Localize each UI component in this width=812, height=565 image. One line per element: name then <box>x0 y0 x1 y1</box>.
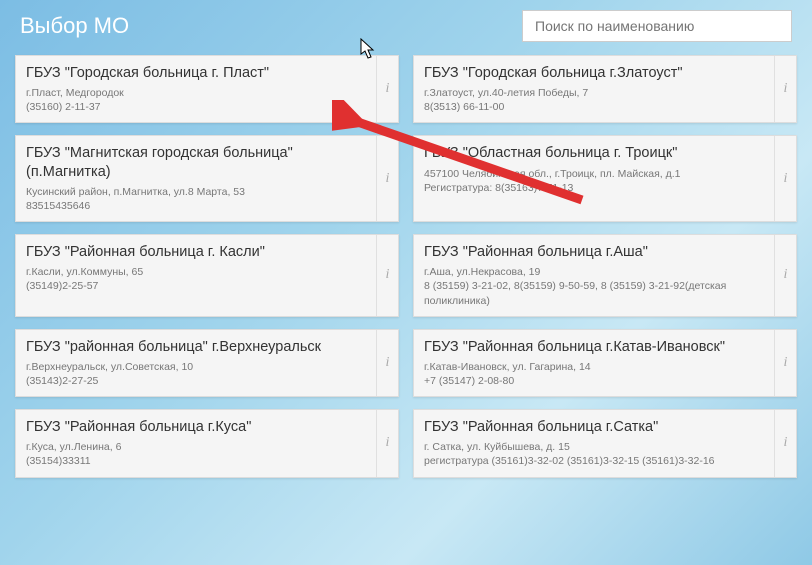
mo-card[interactable]: ГБУЗ "районная больница" г.Верхнеуральск… <box>15 329 399 397</box>
mo-address: г.Касли, ул.Коммуны, 65 <box>26 265 366 279</box>
info-icon[interactable]: i <box>774 235 796 316</box>
mo-phone: (35154)33311 <box>26 454 366 468</box>
mo-phone: 83515435646 <box>26 199 366 213</box>
mo-name: ГБУЗ "Районная больница г.Сатка" <box>424 418 764 436</box>
info-icon[interactable]: i <box>774 56 796 122</box>
mo-address: г.Катав-Ивановск, ул. Гагарина, 14 <box>424 360 764 374</box>
mo-name: ГБУЗ "Районная больница г.Аша" <box>424 243 764 261</box>
info-icon[interactable]: i <box>774 410 796 476</box>
mo-phone: (35149)2-25-57 <box>26 279 366 293</box>
mo-phone: регистратура (35161)3-32-02 (35161)3-32-… <box>424 454 764 468</box>
mo-card[interactable]: ГБУЗ "Районная больница г. Касли" г.Касл… <box>15 234 399 317</box>
mo-card[interactable]: ГБУЗ "Магнитская городская больница" (п.… <box>15 135 399 222</box>
info-icon[interactable]: i <box>376 136 398 221</box>
mo-address: г.Пласт, Медгородок <box>26 86 366 100</box>
search-input[interactable] <box>522 10 792 42</box>
mo-address: г. Сатка, ул. Куйбышева, д. 15 <box>424 440 764 454</box>
info-icon[interactable]: i <box>774 330 796 396</box>
mo-phone: 8(3513) 66-11-00 <box>424 100 764 114</box>
info-icon[interactable]: i <box>376 410 398 476</box>
mo-name: ГБУЗ "Магнитская городская больница" (п.… <box>26 144 366 180</box>
mo-address: г.Куса, ул.Ленина, 6 <box>26 440 366 454</box>
mo-name: ГБУЗ "Районная больница г.Куса" <box>26 418 366 436</box>
mo-address: г.Аша, ул.Некрасова, 19 <box>424 265 764 279</box>
info-icon[interactable]: i <box>376 235 398 316</box>
mo-name: ГБУЗ "Городская больница г.Златоуст" <box>424 64 764 82</box>
mo-card[interactable]: ГБУЗ "Районная больница г.Сатка" г. Сатк… <box>413 409 797 477</box>
mo-name: ГБУЗ "Районная больница г.Катав-Ивановск… <box>424 338 764 356</box>
mo-address: г.Верхнеуральск, ул.Советская, 10 <box>26 360 366 374</box>
mo-phone: (35143)2-27-25 <box>26 374 366 388</box>
mo-phone: (35160) 2-11-37 <box>26 100 366 114</box>
mo-card[interactable]: ГБУЗ "Городская больница г. Пласт" г.Пла… <box>15 55 399 123</box>
mo-phone: Регистратура: 8(35163)7-71-13 <box>424 181 764 195</box>
mo-phone: 8 (35159) 3-21-02, 8(35159) 9-50-59, 8 (… <box>424 279 764 307</box>
page-title: Выбор МО <box>20 13 129 39</box>
mo-address: г.Златоуст, ул.40-летия Победы, 7 <box>424 86 764 100</box>
info-icon[interactable]: i <box>376 330 398 396</box>
mo-address: Кусинский район, п.Магнитка, ул.8 Марта,… <box>26 185 366 199</box>
mo-name: ГБУЗ "Городская больница г. Пласт" <box>26 64 366 82</box>
mo-card[interactable]: ГБУЗ "Районная больница г.Куса" г.Куса, … <box>15 409 399 477</box>
info-icon[interactable]: i <box>774 136 796 221</box>
mo-card[interactable]: ГБУЗ "Областная больница г. Троицк" 4571… <box>413 135 797 222</box>
mo-grid: ГБУЗ "Городская больница г. Пласт" г.Пла… <box>0 45 812 488</box>
mo-name: ГБУЗ "Районная больница г. Касли" <box>26 243 366 261</box>
mo-name: ГБУЗ "районная больница" г.Верхнеуральск <box>26 338 366 356</box>
mo-card[interactable]: ГБУЗ "Районная больница г.Аша" г.Аша, ул… <box>413 234 797 317</box>
mo-name: ГБУЗ "Областная больница г. Троицк" <box>424 144 764 162</box>
mo-card[interactable]: ГБУЗ "Районная больница г.Катав-Ивановск… <box>413 329 797 397</box>
mo-phone: +7 (35147) 2-08-80 <box>424 374 764 388</box>
mo-address: 457100 Челябинская обл., г.Троицк, пл. М… <box>424 167 764 181</box>
info-icon[interactable]: i <box>376 56 398 122</box>
mo-card[interactable]: ГБУЗ "Городская больница г.Златоуст" г.З… <box>413 55 797 123</box>
